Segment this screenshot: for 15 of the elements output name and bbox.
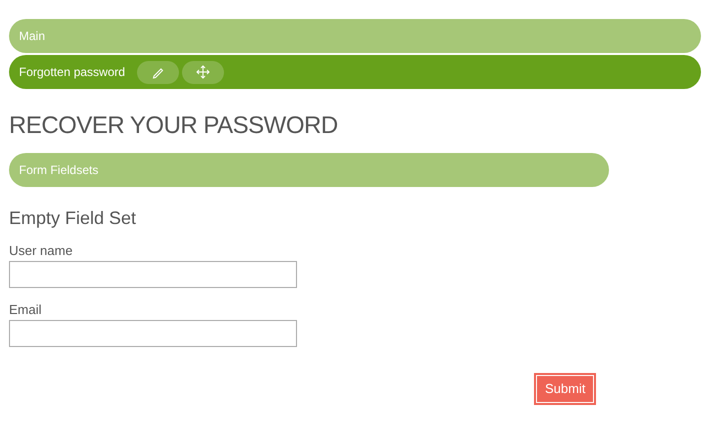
breadcrumb-bar[interactable]: Main: [9, 19, 701, 53]
field-label: Email: [9, 302, 43, 318]
input-field[interactable]: [9, 320, 297, 347]
breadcrumb-label: Forgotten password: [19, 64, 126, 81]
breadcrumb-label: Main: [19, 28, 46, 45]
section-title: Form Fieldsets: [19, 162, 98, 179]
field-label: User name: [9, 243, 74, 259]
page-heading: RECOVER YOUR PASSWORD: [9, 111, 339, 141]
input-field[interactable]: [9, 261, 297, 288]
fieldset-legend: Empty Field Set: [9, 207, 701, 229]
edit-button[interactable]: [137, 60, 180, 84]
submit-button[interactable]: Submit: [534, 373, 596, 405]
breadcrumb-bar[interactable]: Forgotten password: [9, 55, 701, 89]
move-icon: [196, 65, 210, 79]
move-button[interactable]: [182, 60, 224, 84]
